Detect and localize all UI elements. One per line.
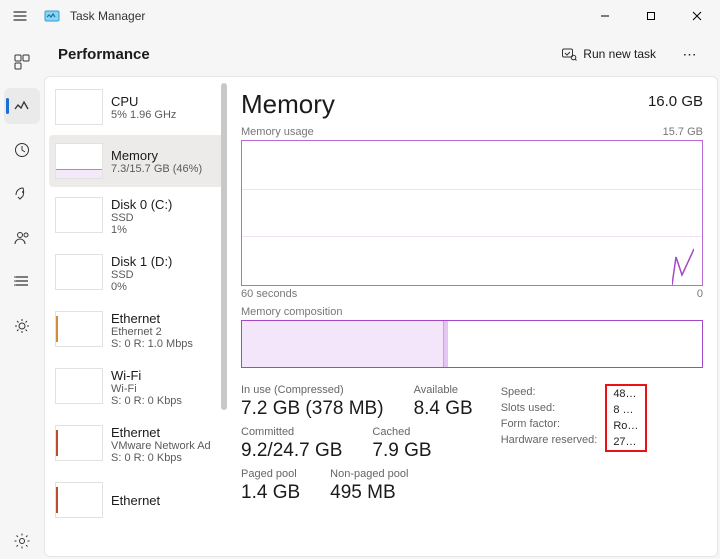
resource-item-disk1[interactable]: Disk 1 (D:) SSD 0% xyxy=(49,246,227,301)
committed-label: Committed xyxy=(241,426,342,438)
usage-max: 15.7 GB xyxy=(663,126,703,138)
axis-left: 60 seconds xyxy=(241,288,297,300)
nonpaged-value: 495 MB xyxy=(330,482,408,504)
resource-name: Memory xyxy=(111,148,202,163)
memory-detail: Memory 16.0 GB Memory usage 15.7 GB xyxy=(227,77,717,556)
minimize-button[interactable] xyxy=(582,0,628,32)
slots-value: 8 o… xyxy=(613,404,639,416)
maximize-button[interactable] xyxy=(628,0,674,32)
close-button[interactable] xyxy=(674,0,720,32)
run-task-label: Run new task xyxy=(583,47,656,61)
page-header: Performance Run new task ⋯ xyxy=(44,32,720,76)
chart-thumb-icon xyxy=(55,197,103,233)
resource-item-ethernet-vmware[interactable]: Ethernet VMware Network Ad S: 0 R: 0 Kbp… xyxy=(49,417,227,472)
nav-performance[interactable] xyxy=(4,88,40,124)
resource-name: Disk 1 (D:) xyxy=(111,254,172,269)
resource-name: Ethernet xyxy=(111,425,211,440)
more-options-button[interactable]: ⋯ xyxy=(674,38,706,70)
nav-startup[interactable] xyxy=(4,176,40,212)
resource-name: Ethernet xyxy=(111,493,160,508)
chart-thumb-icon xyxy=(55,482,103,518)
committed-value: 9.2/24.7 GB xyxy=(241,440,342,462)
nav-app-history[interactable] xyxy=(4,132,40,168)
hw-reserved-label: Hardware reserved: xyxy=(501,434,598,446)
resource-sub: SSD xyxy=(111,212,172,224)
resource-name: Wi-Fi xyxy=(111,368,182,383)
resource-sub: SSD xyxy=(111,269,172,281)
resource-sub: VMware Network Ad xyxy=(111,440,211,452)
detail-title: Memory xyxy=(241,89,335,120)
chart-thumb-icon xyxy=(55,368,103,404)
paged-label: Paged pool xyxy=(241,468,300,480)
hamburger-menu-button[interactable] xyxy=(6,2,34,30)
resource-sub: Wi-Fi xyxy=(111,383,182,395)
resource-item-wifi[interactable]: Wi-Fi Wi-Fi S: 0 R: 0 Kbps xyxy=(49,360,227,415)
speed-value: 48… xyxy=(613,388,639,400)
form-factor-value: Ro… xyxy=(613,420,639,432)
resource-item-ethernet-3[interactable]: Ethernet xyxy=(49,474,227,526)
resource-sub2: S: 0 R: 0 Kbps xyxy=(111,395,182,407)
nav-rail xyxy=(0,32,44,559)
titlebar: Task Manager xyxy=(0,0,720,32)
form-factor-label: Form factor: xyxy=(501,418,598,430)
page-title: Performance xyxy=(58,46,150,63)
hw-reserved-value: 27… xyxy=(613,436,639,448)
composition-bar xyxy=(241,320,703,368)
chart-thumb-icon xyxy=(55,425,103,461)
usage-graph xyxy=(241,140,703,286)
resource-item-memory[interactable]: Memory 7.3/15.7 GB (46%) xyxy=(49,135,227,187)
resource-sub2: S: 0 R: 0 Kbps xyxy=(111,452,211,464)
chart-thumb-icon xyxy=(55,89,103,125)
cached-value: 7.9 GB xyxy=(372,440,431,462)
slots-label: Slots used: xyxy=(501,402,598,414)
nonpaged-label: Non-paged pool xyxy=(330,468,408,480)
composition-label: Memory composition xyxy=(241,306,703,318)
run-task-icon xyxy=(561,46,577,62)
nav-users[interactable] xyxy=(4,220,40,256)
window-controls xyxy=(582,0,720,32)
nav-processes[interactable] xyxy=(4,44,40,80)
resource-sub2: S: 0 R: 1.0 Mbps xyxy=(111,338,193,350)
app-title: Task Manager xyxy=(70,9,145,23)
resource-item-ethernet[interactable]: Ethernet Ethernet 2 S: 0 R: 1.0 Mbps xyxy=(49,303,227,358)
chart-thumb-icon xyxy=(55,254,103,290)
resource-sub2: 0% xyxy=(111,281,172,293)
resource-list: CPU 5% 1.96 GHz Memory 7.3/15.7 GB (46%) xyxy=(45,77,227,556)
in-use-label: In use (Compressed) xyxy=(241,384,384,396)
resource-item-cpu[interactable]: CPU 5% 1.96 GHz xyxy=(49,81,227,133)
chart-thumb-icon xyxy=(55,311,103,347)
resource-sub: Ethernet 2 xyxy=(111,326,193,338)
run-new-task-button[interactable]: Run new task xyxy=(551,42,666,66)
resource-sub2: 1% xyxy=(111,224,172,236)
sidebar-scrollbar[interactable] xyxy=(221,83,227,550)
in-use-value: 7.2 GB (378 MB) xyxy=(241,398,384,420)
resource-sub: 7.3/15.7 GB (46%) xyxy=(111,163,202,175)
resource-name: Ethernet xyxy=(111,311,193,326)
resource-sub: 5% 1.96 GHz xyxy=(111,109,176,121)
app-icon xyxy=(44,8,60,24)
total-memory: 16.0 GB xyxy=(648,89,703,110)
nav-details[interactable] xyxy=(4,264,40,300)
usage-label: Memory usage xyxy=(241,126,314,138)
axis-right: 0 xyxy=(697,288,703,300)
memory-properties: Speed: Slots used: Form factor: Hardware… xyxy=(501,384,648,452)
nav-services[interactable] xyxy=(4,308,40,344)
nav-settings[interactable] xyxy=(4,523,40,559)
available-value: 8.4 GB xyxy=(414,398,473,420)
cached-label: Cached xyxy=(372,426,431,438)
chart-thumb-icon xyxy=(55,143,103,179)
resource-item-disk0[interactable]: Disk 0 (C:) SSD 1% xyxy=(49,189,227,244)
paged-value: 1.4 GB xyxy=(241,482,300,504)
highlighted-values-box: 48… 8 o… Ro… 27… xyxy=(605,384,647,452)
available-label: Available xyxy=(414,384,473,396)
resource-name: CPU xyxy=(111,94,176,109)
graph-line-icon xyxy=(672,245,694,285)
speed-label: Speed: xyxy=(501,386,598,398)
resource-name: Disk 0 (C:) xyxy=(111,197,172,212)
